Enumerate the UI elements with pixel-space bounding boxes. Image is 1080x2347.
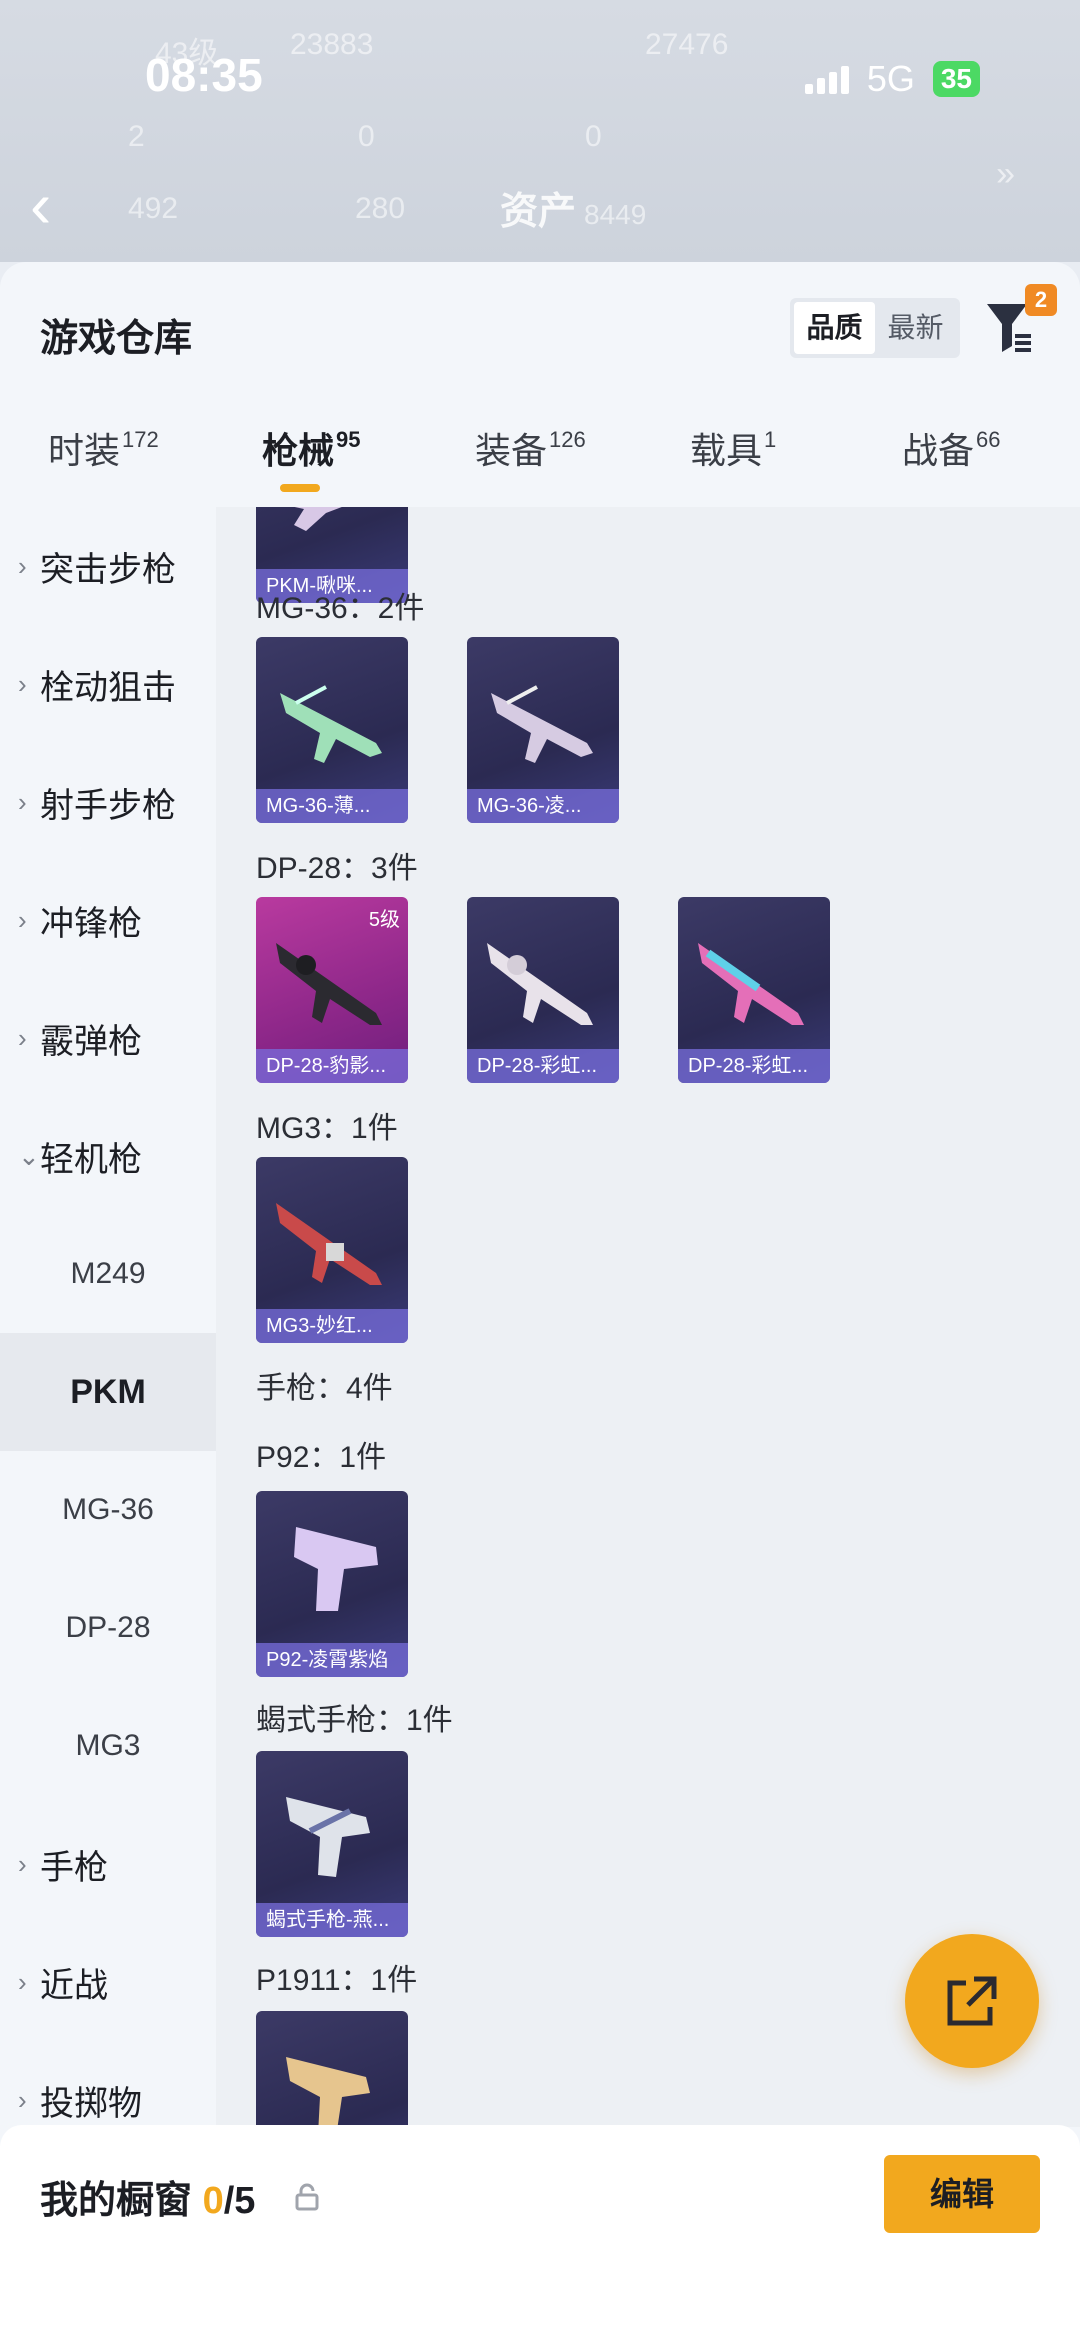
bg-score: 23883 — [290, 28, 374, 61]
item-card[interactable]: 5级 DP-28-豹影... — [256, 897, 408, 1083]
category-sidebar: › 突击步枪 › 栓动狙击 › 射手步枪 › 冲锋枪 › 霰弹枪 ⌄ 轻机枪 M249 PK… — [0, 507, 216, 2347]
share-button[interactable] — [905, 1934, 1039, 2068]
sidebar-sub-dp28[interactable]: DP-28 — [0, 1569, 216, 1687]
lmg-icon — [294, 507, 342, 531]
chevron-right-icon: › — [18, 1966, 27, 1997]
item-card[interactable]: DP-28-彩虹... — [678, 897, 830, 1083]
sheet-title: 游戏仓库 — [40, 318, 193, 360]
sidebar-item-lmg[interactable]: ⌄ 轻机枪 — [0, 1097, 216, 1215]
bg-points: 27476 — [645, 28, 729, 61]
group-label: DP-28：3件 — [256, 852, 418, 885]
sort-quality[interactable]: 品质 — [794, 302, 875, 354]
tab-vehicles[interactable]: 载具1 — [690, 422, 776, 474]
pistol-icon — [294, 1527, 378, 1611]
back-icon[interactable]: ‹ — [30, 173, 70, 237]
tab-equipment[interactable]: 装备126 — [475, 422, 586, 474]
item-card[interactable] — [256, 2011, 408, 2127]
group-label: 手枪：4件 — [256, 1372, 393, 1405]
item-card[interactable]: P92-凌霄紫焰 — [256, 1491, 408, 1677]
sidebar-item-melee[interactable]: › 近战 — [0, 1923, 216, 2041]
sidebar-item-assault-rifle[interactable]: › 突击步枪 — [0, 507, 216, 625]
bg-n3: 0 — [585, 120, 602, 153]
lmg-icon — [280, 685, 382, 763]
share-icon — [947, 1976, 997, 2026]
sidebar-item-bolt-sniper[interactable]: › 栓动狙击 — [0, 625, 216, 743]
lmg-icon — [276, 1203, 382, 1285]
chevron-right-icon: › — [18, 1848, 27, 1879]
chevron-right-icon: › — [18, 786, 27, 817]
item-card[interactable]: MG-36-凌... — [467, 637, 619, 823]
sort-newest[interactable]: 最新 — [875, 302, 956, 354]
showcase-title: 我的橱窗 0/5 — [40, 2180, 256, 2222]
battery-icon: 35 — [932, 61, 980, 97]
sidebar-item-smg[interactable]: › 冲锋枪 — [0, 861, 216, 979]
group-label: MG-36：2件 — [256, 592, 425, 625]
item-card[interactable]: DP-28-彩虹... — [467, 897, 619, 1083]
item-card[interactable]: MG-36-薄... — [256, 637, 408, 823]
chevron-right-icon: › — [18, 550, 27, 581]
chevron-right-icon: › — [18, 2084, 27, 2115]
category-tabs: 时装172 枪械95 装备126 载具1 战备66 — [0, 422, 1080, 502]
pistol-icon — [286, 1797, 370, 1877]
status-bar-right: 5G 35 — [804, 58, 980, 100]
pistol-icon — [286, 2057, 370, 2127]
filter-badge: 2 — [1025, 284, 1057, 316]
showcase-bar: 我的橱窗 0/5 编辑 — [0, 2125, 1080, 2347]
status-time: 08:35 — [145, 49, 263, 101]
sidebar-sub-mg3[interactable]: MG3 — [0, 1687, 216, 1805]
group-label: P1911：1件 — [256, 1964, 418, 1997]
sidebar-sub-m249[interactable]: M249 — [0, 1215, 216, 1333]
bg-asset: 资产 8449 — [500, 191, 647, 233]
bg-n2: 0 — [358, 120, 375, 153]
chevron-down-icon: ⌄ — [18, 1140, 40, 1171]
group-label: P92：1件 — [256, 1441, 387, 1474]
signal-icon — [804, 64, 849, 94]
item-card[interactable]: MG3-妙红... — [256, 1157, 408, 1343]
bg-n4: 492 — [128, 192, 179, 225]
group-label: MG3：1件 — [256, 1112, 398, 1145]
group-label: 蝎式手枪：1件 — [256, 1704, 453, 1737]
tab-underline — [280, 484, 320, 492]
item-content: PKM-啾咪... MG-36：2件 MG-36-薄... MG-36-凌...… — [216, 507, 1080, 2127]
sidebar-sub-pkm[interactable]: PKM — [0, 1333, 216, 1451]
network-label: 5G — [866, 58, 915, 99]
lmg-icon — [276, 943, 382, 1025]
bg-n1: 2 — [128, 120, 145, 153]
lock-icon — [295, 2183, 319, 2211]
sort-toggle[interactable]: 品质 最新 — [790, 298, 960, 358]
tab-supplies[interactable]: 战备66 — [902, 422, 1001, 474]
tab-guns[interactable]: 枪械95 — [262, 422, 361, 474]
double-chevron-icon: » — [996, 155, 1015, 193]
lmg-icon — [491, 685, 593, 763]
bg-n5: 280 — [355, 192, 406, 225]
sidebar-item-shotgun[interactable]: › 霰弹枪 — [0, 979, 216, 1097]
lmg-icon — [698, 943, 804, 1025]
edit-button[interactable]: 编辑 — [884, 2155, 1040, 2233]
lmg-icon — [487, 943, 593, 1025]
item-card[interactable]: 蝎式手枪-燕... — [256, 1751, 408, 1937]
chevron-right-icon: › — [18, 904, 27, 935]
background-header: 43级 23883 27476 2 0 0 492 280 资产 8449 » — [0, 0, 1080, 262]
sidebar-item-pistol[interactable]: › 手枪 — [0, 1805, 216, 1923]
chevron-right-icon: › — [18, 668, 27, 699]
tab-fashion[interactable]: 时装172 — [48, 422, 159, 474]
chevron-right-icon: › — [18, 1022, 27, 1053]
sidebar-item-marksman-rifle[interactable]: › 射手步枪 — [0, 743, 216, 861]
sidebar-sub-mg36[interactable]: MG-36 — [0, 1451, 216, 1569]
